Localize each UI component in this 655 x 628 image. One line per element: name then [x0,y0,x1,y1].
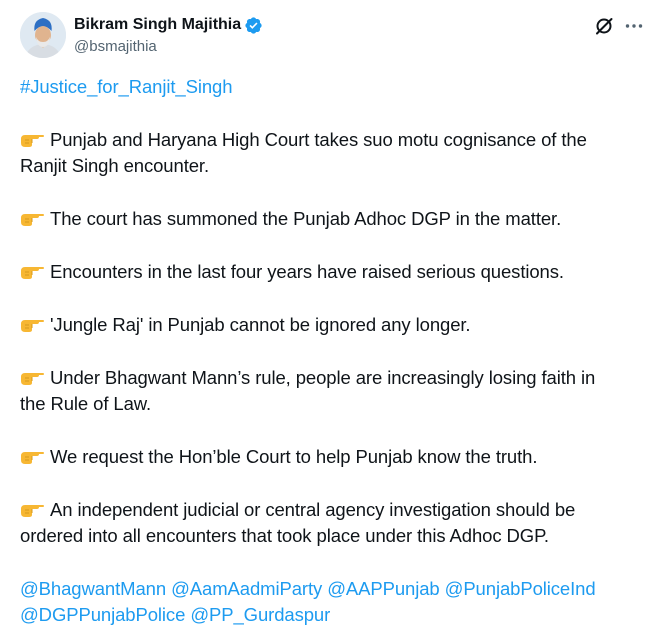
bullet-point: Encounters in the last four years have r… [20,259,640,285]
more-icon[interactable] [623,15,645,37]
bullet-point-line: Ranjit Singh encounter. [20,153,640,179]
verified-badge-icon [244,16,263,35]
mentions-line: @DGPPunjabPolice @PP_Gurdaspur [20,602,640,628]
mention-link[interactable]: @AamAadmiParty [171,578,322,599]
bullet-point-line: The court has summoned the Punjab Adhoc … [20,206,640,232]
pointing-hand-emoji-icon [20,261,44,281]
bullet-point: The court has summoned the Punjab Adhoc … [20,206,640,232]
mentions-line: @BhagwantMann @AamAadmiParty @AAPPunjab … [20,576,640,602]
bullet-point-line: Punjab and Haryana High Court takes suo … [20,127,640,153]
tweet-header: Bikram Singh Majithia @bsmajithia [20,11,645,61]
bullet-point-text: Encounters in the last four years have r… [50,261,564,282]
bullet-point-text: An independent judicial or central agenc… [50,499,576,520]
pointing-hand-emoji-icon [20,208,44,228]
display-name[interactable]: Bikram Singh Majithia [74,15,241,35]
avatar[interactable] [20,12,66,58]
bullet-point-line: Under Bhagwant Mann’s rule, people are i… [20,365,640,391]
pointing-hand-emoji-icon [20,129,44,149]
bullet-point: An independent judicial or central agenc… [20,497,640,549]
tweet-text: #Justice_for_Ranjit_Singh Punjab and Har… [20,74,640,628]
bullet-point-text: Punjab and Haryana High Court takes suo … [50,129,587,150]
bullet-point-line: Encounters in the last four years have r… [20,259,640,285]
bullet-point-line: the Rule of Law. [20,391,640,417]
bullet-point: 'Jungle Raj' in Punjab cannot be ignored… [20,312,640,338]
bullet-point-line: 'Jungle Raj' in Punjab cannot be ignored… [20,312,640,338]
mentions: @BhagwantMann @AamAadmiParty @AAPPunjab … [20,576,640,628]
bullet-point-line: An independent judicial or central agenc… [20,497,640,523]
bullet-point: We request the Hon’ble Court to help Pun… [20,444,640,470]
bullet-point-line: ordered into all encounters that took pl… [20,523,640,549]
bullet-point: Punjab and Haryana High Court takes suo … [20,127,640,179]
bullet-point-text: ordered into all encounters that took pl… [20,525,549,546]
tweet: Bikram Singh Majithia @bsmajithia #Justi… [0,0,655,628]
bullet-point-text: the Rule of Law. [20,393,152,414]
mention-link[interactable]: @BhagwantMann [20,578,166,599]
mention-link[interactable]: @AAPPunjab [327,578,440,599]
pointing-hand-emoji-icon [20,314,44,334]
bullet-point-text: 'Jungle Raj' in Punjab cannot be ignored… [50,314,471,335]
author-names: Bikram Singh Majithia @bsmajithia [74,15,263,57]
pointing-hand-emoji-icon [20,499,44,519]
bullet-point-text: We request the Hon’ble Court to help Pun… [50,446,538,467]
pointing-hand-emoji-icon [20,446,44,466]
hashtag-line: #Justice_for_Ranjit_Singh [20,74,640,100]
bullet-point-text: Under Bhagwant Mann’s rule, people are i… [50,367,596,388]
bullet-point-line: We request the Hon’ble Court to help Pun… [20,444,640,470]
pointing-hand-emoji-icon [20,367,44,387]
bullet-point-text: Ranjit Singh encounter. [20,155,209,176]
grok-icon[interactable] [593,15,615,37]
mention-link[interactable]: @DGPPunjabPolice [20,604,185,625]
mention-link[interactable]: @PP_Gurdaspur [190,604,330,625]
bullet-point-text: The court has summoned the Punjab Adhoc … [50,208,562,229]
bullet-point: Under Bhagwant Mann’s rule, people are i… [20,365,640,417]
mention-link[interactable]: @PunjabPoliceInd [445,578,596,599]
hashtag-link[interactable]: #Justice_for_Ranjit_Singh [20,76,233,97]
handle[interactable]: @bsmajithia [74,37,263,57]
